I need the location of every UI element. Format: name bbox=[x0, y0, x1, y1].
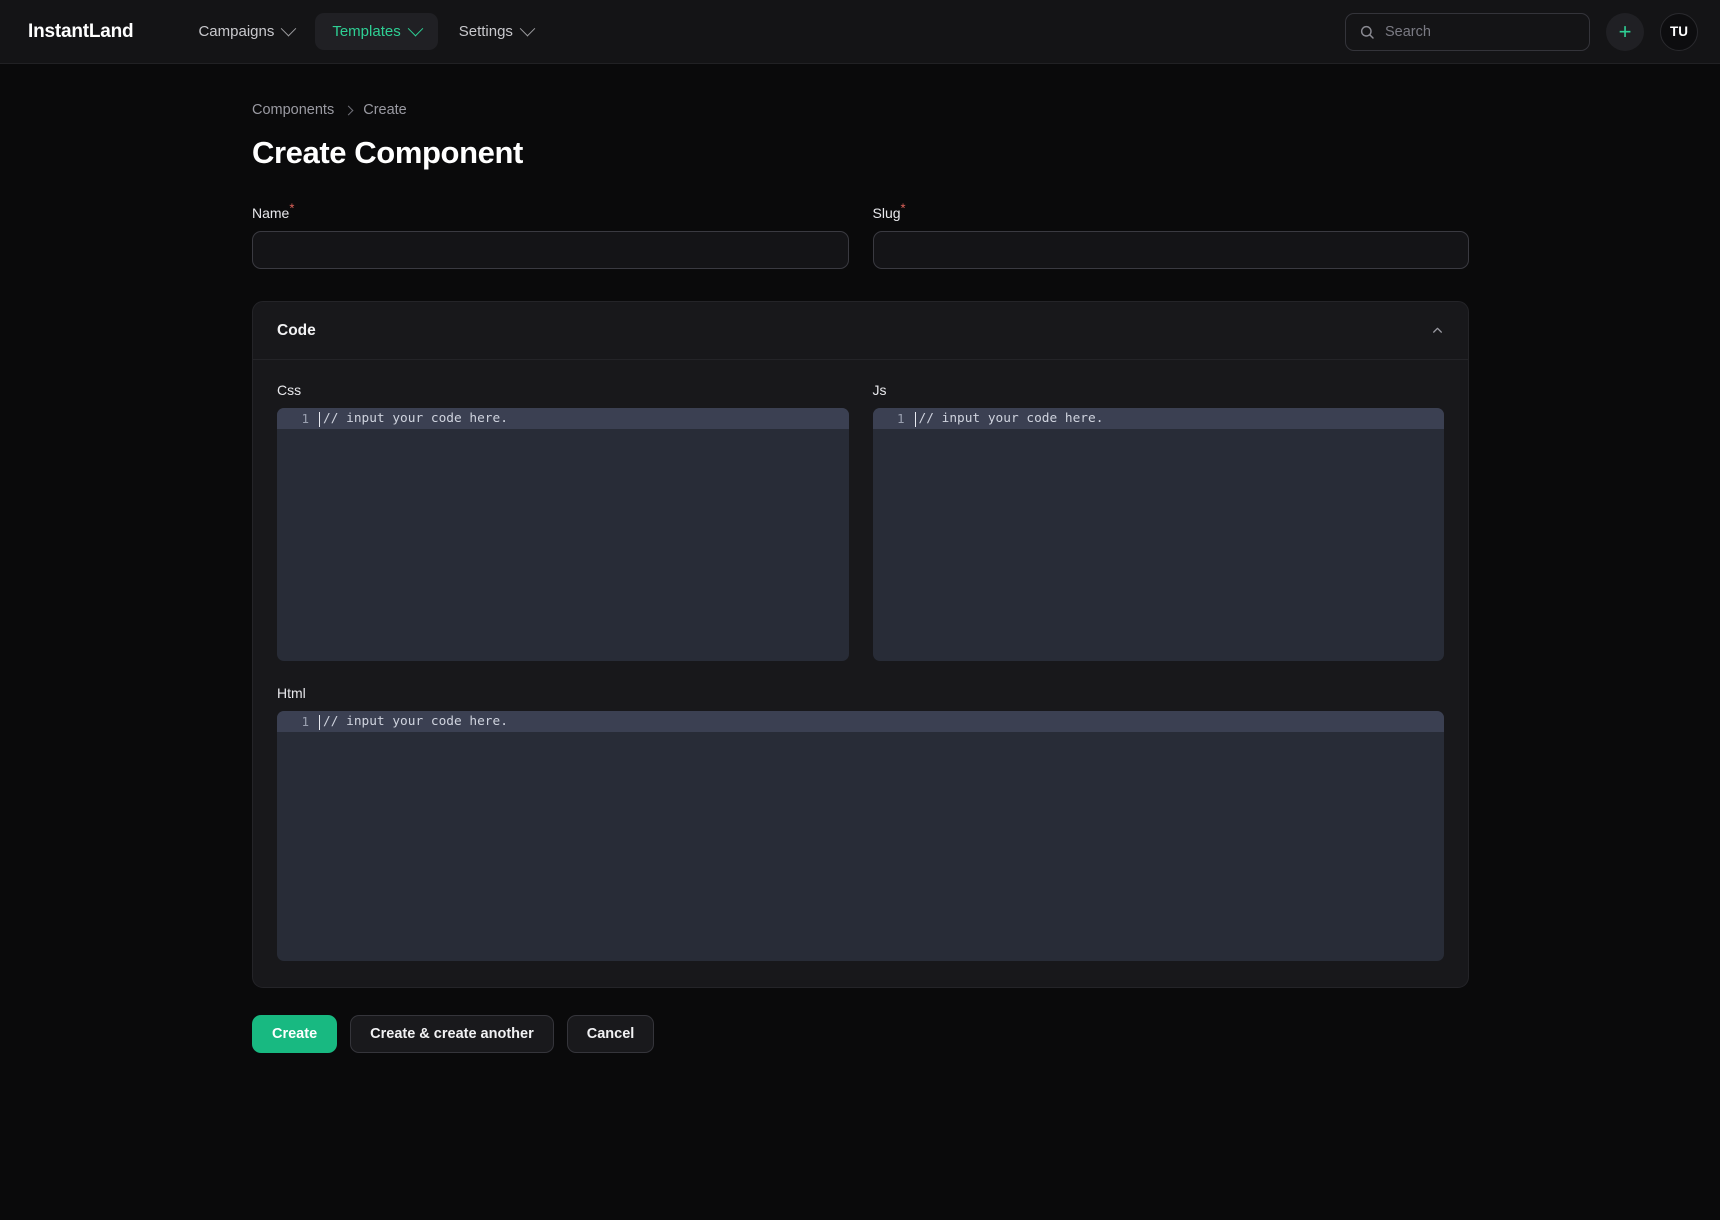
name-input[interactable] bbox=[252, 231, 849, 269]
chevron-down-icon bbox=[519, 20, 536, 37]
search-input[interactable] bbox=[1385, 23, 1576, 40]
name-label-text: Name bbox=[252, 205, 290, 221]
app-logo[interactable]: InstantLand bbox=[28, 21, 134, 43]
code-section-body: Css 1 // input your code here. Js 1 // i… bbox=[253, 360, 1468, 987]
breadcrumb-item-components[interactable]: Components bbox=[252, 102, 334, 118]
js-editor-group: Js 1 // input your code here. bbox=[872, 382, 1444, 661]
search-icon bbox=[1360, 25, 1374, 39]
text-caret bbox=[319, 412, 320, 427]
create-button[interactable]: Create bbox=[252, 1015, 338, 1053]
js-code-editor[interactable]: 1 // input your code here. bbox=[872, 408, 1444, 661]
plus-icon: + bbox=[1618, 18, 1632, 44]
code-line: 1 // input your code here. bbox=[872, 408, 1444, 429]
required-marker: * bbox=[900, 200, 906, 216]
avatar[interactable]: TU bbox=[1660, 12, 1698, 51]
text-caret bbox=[914, 412, 916, 427]
html-code-editor[interactable]: 1 // input your code here. bbox=[277, 711, 1444, 961]
chevron-down-icon bbox=[281, 20, 297, 37]
js-editor-label: Js bbox=[872, 382, 887, 398]
topbar-right-cluster: + TU bbox=[1345, 12, 1698, 51]
add-button[interactable]: + bbox=[1606, 12, 1644, 51]
page-title: Create Component bbox=[252, 135, 523, 170]
code-line: 1 // input your code here. bbox=[277, 711, 1444, 732]
breadcrumb-item-create: Create bbox=[363, 102, 407, 118]
code-section-header[interactable]: Code bbox=[253, 302, 1468, 360]
top-navigation-bar: InstantLand Campaigns Templates Settings… bbox=[0, 0, 1720, 64]
line-number: 1 bbox=[301, 714, 309, 729]
create-and-create-another-button[interactable]: Create & create another bbox=[350, 1015, 554, 1053]
nav-item-templates[interactable]: Templates bbox=[315, 13, 438, 50]
nav-item-label: Templates bbox=[332, 23, 401, 40]
slug-field-group: Slug* bbox=[872, 201, 1470, 269]
slug-label-text: Slug bbox=[872, 205, 901, 221]
slug-field-label: Slug* bbox=[872, 201, 1470, 221]
css-editor-group: Css 1 // input your code here. bbox=[277, 382, 849, 661]
page-content: Components Create Create Component Name*… bbox=[0, 64, 1720, 1053]
chevron-right-icon bbox=[343, 105, 354, 115]
code-line: 1 // input your code here. bbox=[277, 408, 849, 429]
cancel-button[interactable]: Cancel bbox=[566, 1015, 655, 1053]
slug-input[interactable] bbox=[872, 231, 1469, 269]
line-number: 1 bbox=[896, 411, 905, 426]
code-editors-row: Css 1 // input your code here. Js 1 // i… bbox=[277, 382, 1444, 661]
html-editor-label: Html bbox=[277, 685, 306, 701]
nav-item-label: Campaigns bbox=[198, 23, 275, 40]
code-placeholder: // input your code here. bbox=[914, 411, 1103, 427]
code-placeholder: // input your code here. bbox=[319, 714, 508, 730]
primary-nav: Campaigns Templates Settings bbox=[181, 13, 549, 50]
nav-item-campaigns[interactable]: Campaigns bbox=[181, 13, 311, 50]
nav-item-label: Settings bbox=[458, 23, 513, 40]
code-placeholder: // input your code here. bbox=[319, 411, 508, 427]
css-editor-label: Css bbox=[277, 382, 302, 398]
text-caret bbox=[319, 715, 320, 730]
chevron-down-icon bbox=[407, 20, 423, 37]
form-fields-row: Name* Slug* bbox=[252, 201, 1470, 269]
line-number: 1 bbox=[301, 411, 309, 426]
form-actions: Create Create & create another Cancel bbox=[252, 1015, 1720, 1053]
nav-item-settings[interactable]: Settings bbox=[442, 13, 550, 50]
code-section-card: Code Css 1 // input your code here. Js 1… bbox=[252, 301, 1469, 988]
name-field-label: Name* bbox=[252, 201, 849, 221]
search-box[interactable] bbox=[1345, 12, 1590, 51]
name-field-group: Name* bbox=[252, 201, 849, 269]
html-editor-group: Html 1 // input your code here. bbox=[277, 685, 1444, 961]
code-section-title: Code bbox=[277, 321, 316, 339]
chevron-up-icon[interactable] bbox=[1431, 324, 1444, 337]
css-code-editor[interactable]: 1 // input your code here. bbox=[277, 408, 849, 661]
required-marker: * bbox=[289, 200, 295, 216]
breadcrumb: Components Create bbox=[252, 102, 1720, 118]
